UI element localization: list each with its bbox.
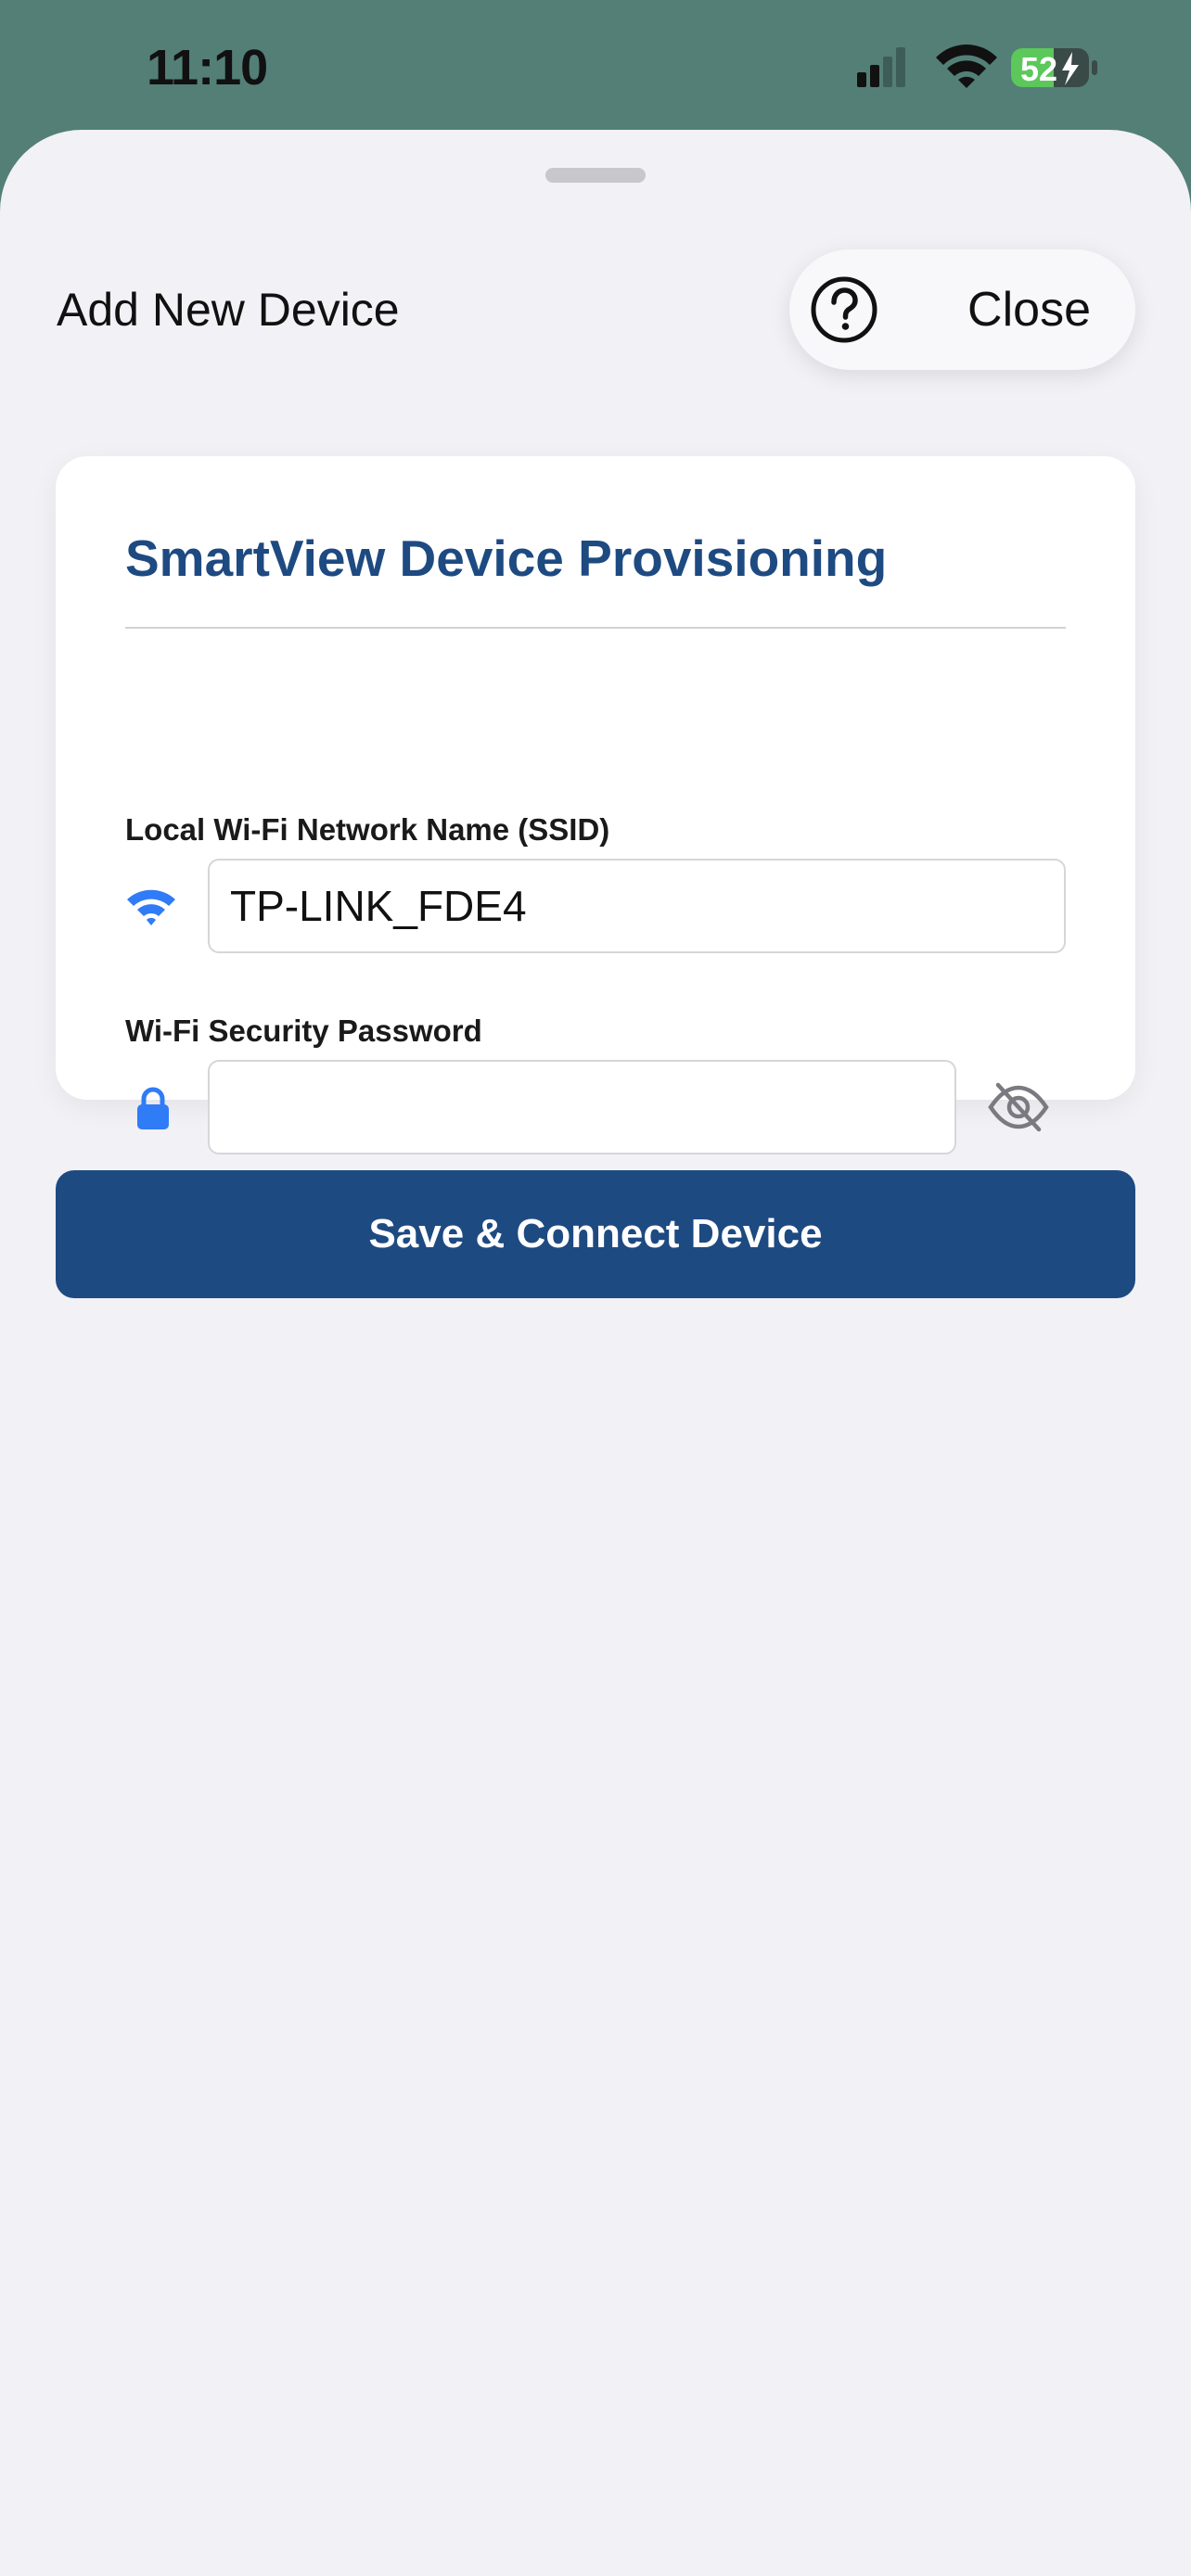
battery-charging-icon: 52 bbox=[1011, 48, 1097, 88]
ssid-label: Local Wi-Fi Network Name (SSID) bbox=[125, 812, 610, 847]
nav-action-pill: Close bbox=[789, 249, 1135, 370]
provisioning-card: SmartView Device Provisioning Local Wi-F… bbox=[56, 456, 1135, 1154]
heading-divider bbox=[125, 627, 1066, 629]
battery-level: 52 bbox=[1020, 50, 1057, 88]
eye-slash-icon[interactable] bbox=[987, 1076, 1050, 1139]
password-input[interactable] bbox=[208, 1060, 956, 1154]
sheet-title: Add New Device bbox=[57, 284, 400, 336]
add-device-sheet: Add New Device Close SmartView Device Pr… bbox=[0, 130, 1191, 2576]
lock-icon bbox=[137, 1087, 169, 1129]
save-connect-button[interactable]: Save & Connect Device bbox=[56, 1170, 1135, 1298]
wifi-icon bbox=[936, 45, 997, 88]
status-icons: 52 bbox=[857, 45, 1097, 88]
sheet-grabber[interactable] bbox=[545, 168, 646, 183]
help-circle-icon[interactable] bbox=[810, 275, 878, 344]
wifi-icon bbox=[127, 889, 175, 925]
ssid-input[interactable] bbox=[208, 859, 1066, 953]
password-label: Wi-Fi Security Password bbox=[125, 1014, 482, 1048]
signal-icon bbox=[857, 47, 905, 87]
close-button[interactable]: Close bbox=[967, 249, 1091, 370]
status-bar: 11:10 52 bbox=[0, 0, 1191, 130]
status-time: 11:10 bbox=[147, 40, 268, 96]
card-heading: SmartView Device Provisioning bbox=[125, 529, 888, 587]
